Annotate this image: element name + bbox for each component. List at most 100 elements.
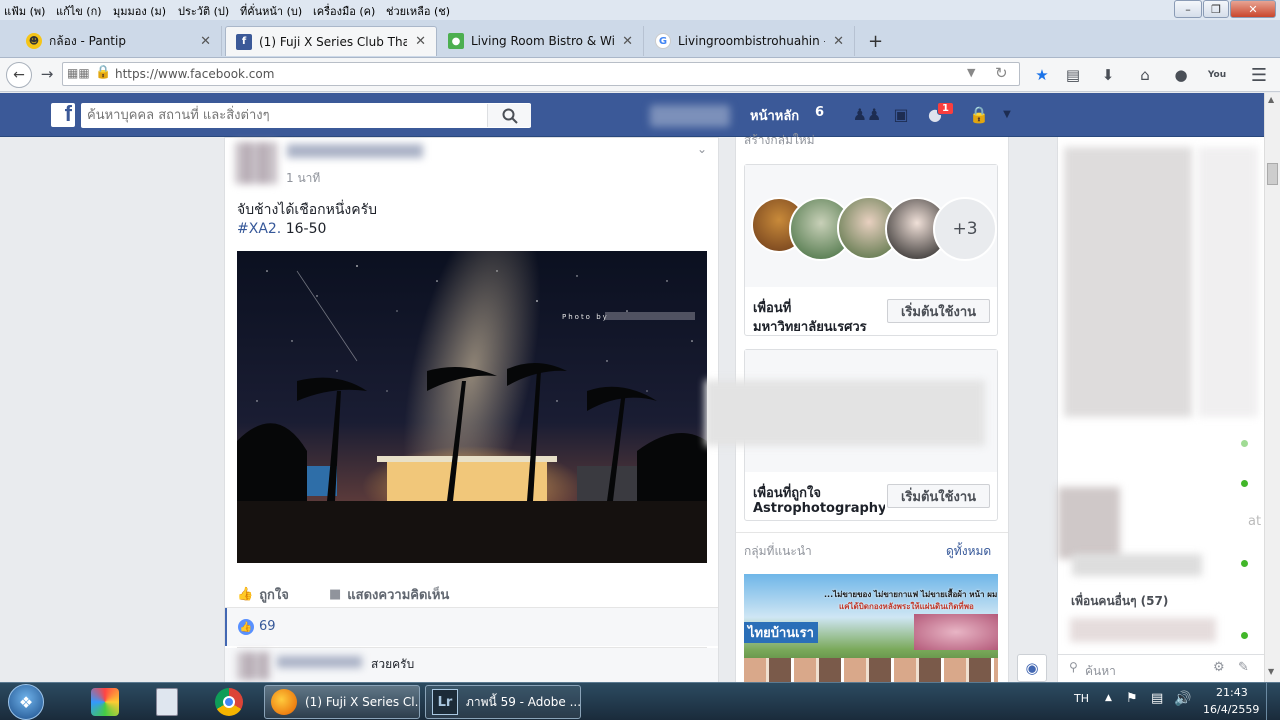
facebook-logo[interactable]: f	[51, 101, 75, 127]
hamburger-menu-icon[interactable]: ☰	[1248, 64, 1270, 86]
dropdown-arrow-icon[interactable]: ▼	[967, 66, 975, 79]
taskbar-firefox-window[interactable]: (1) Fuji X Series Cl...	[264, 685, 420, 719]
show-hidden-icons-arrow-icon[interactable]: ▲	[1105, 693, 1112, 703]
home-icon[interactable]: ⌂	[1134, 64, 1156, 86]
tab-living-room-maps[interactable]: ● Living Room Bistro & Wine... ✕	[438, 26, 644, 56]
chrome-button[interactable]	[212, 685, 246, 719]
photo-watermark: Photo by	[562, 313, 609, 321]
chat-contact-blurred[interactable]	[1070, 618, 1216, 642]
facebook-favicon: f	[236, 33, 252, 50]
comment-bubble-icon: ■	[329, 587, 342, 602]
globe-icon[interactable]: ◉	[1017, 654, 1047, 682]
minimize-button[interactable]: –	[1174, 0, 1202, 18]
search-button[interactable]	[487, 104, 531, 127]
show-desktop-button[interactable]	[1266, 683, 1280, 720]
clock-time[interactable]: 21:43	[1216, 686, 1248, 699]
online-dot-icon	[1241, 560, 1248, 567]
tab-close-icon[interactable]: ✕	[415, 34, 426, 49]
youtube-icon[interactable]: You	[1206, 64, 1228, 86]
post-photo[interactable]: Photo by	[237, 251, 707, 563]
url-bar[interactable]: ▦▦ 🔒 https://www.facebook.com ▼ ↻	[62, 62, 1020, 86]
action-center-flag-icon[interactable]: ⚑	[1126, 691, 1138, 706]
chat-icon[interactable]: ●	[1170, 64, 1192, 86]
url-text[interactable]: https://www.facebook.com	[115, 67, 274, 81]
page-scrollbar[interactable]: ▲ ▼	[1264, 93, 1280, 682]
other-friends-heading[interactable]: เพื่อนคนอื่นๆ (57)	[1071, 592, 1168, 611]
restore-button[interactable]: ❐	[1203, 0, 1229, 18]
messages-icon[interactable]: ▣	[890, 104, 912, 124]
tab-close-icon[interactable]: ✕	[622, 34, 633, 49]
home-count: 6	[815, 105, 825, 120]
menu-tools[interactable]: เครื่องมือ (ค)	[313, 2, 375, 20]
chat-contact-blurred[interactable]	[1072, 554, 1202, 576]
home-link[interactable]: หน้าหลัก	[750, 105, 799, 126]
chat-contacts-blurred	[1064, 147, 1192, 417]
menu-bookmarks[interactable]: ที่คั่นหน้า (บ)	[240, 2, 302, 20]
suggested-group-banner[interactable]: ...ไม่ขายของ ไม่ขายกาแฟ ไม่ขายเสื้อผ้า ห…	[744, 574, 998, 682]
scroll-down-arrow-icon[interactable]: ▼	[1268, 667, 1274, 676]
tab-close-icon[interactable]: ✕	[200, 34, 211, 49]
scrollbar-thumb[interactable]	[1267, 163, 1278, 185]
card-title-line1[interactable]: เพื่อนที่	[753, 297, 791, 318]
like-count[interactable]: 69	[259, 619, 276, 634]
tab-facebook[interactable]: f (1) Fuji X Series Club Thaila... ✕	[225, 26, 437, 56]
taskbar-lightroom-window[interactable]: Lr ภาพนี้ 59 - Adobe ...	[425, 685, 581, 719]
privacy-shortcuts-icon[interactable]: 🔒	[968, 104, 990, 124]
chat-search-bar: ⚲ ค้นหา ⚙ ✎	[1058, 654, 1265, 682]
post-options-chevron-icon[interactable]: ⌄	[697, 142, 707, 156]
hashtag-link[interactable]: #XA2.	[237, 221, 281, 237]
back-button[interactable]: ←	[6, 62, 32, 88]
network-icon[interactable]: ▤	[1151, 691, 1163, 706]
tab-label: Living Room Bistro & Wine...	[471, 34, 614, 48]
clock-date[interactable]: 16/4/2559	[1203, 703, 1259, 716]
tab-close-icon[interactable]: ✕	[833, 34, 844, 49]
chat-sidebar: at เพื่อนคนอื่นๆ (57) ⚲ ค้นหา ⚙ ✎	[1057, 137, 1265, 682]
chat-search-input[interactable]: ค้นหา	[1085, 662, 1116, 681]
bookmarks-list-icon[interactable]: ▤	[1062, 64, 1084, 86]
menu-history[interactable]: ประวัติ (ป)	[178, 2, 229, 20]
menu-file[interactable]: แฟ้ม (พ)	[4, 2, 45, 20]
like-button[interactable]: 👍 ถูกใจ	[237, 584, 289, 605]
lock-icon[interactable]: 🔒	[95, 65, 111, 80]
commenter-name[interactable]	[277, 656, 362, 668]
grid-icon[interactable]: ▦▦	[67, 66, 90, 80]
post-timestamp[interactable]: 1 นาที	[286, 169, 320, 188]
account-menu-arrow-icon[interactable]: ▼	[996, 104, 1018, 124]
start-button[interactable]: เริ่มต้นใช้งาน	[887, 484, 990, 508]
likes-summary[interactable]: 👍 69	[225, 608, 718, 646]
author-avatar[interactable]	[235, 142, 277, 184]
author-name[interactable]	[287, 144, 423, 158]
bookmark-star-icon[interactable]: ★	[1031, 64, 1053, 86]
card-title-line1[interactable]: เพื่อนที่ถูกใจ	[753, 482, 821, 503]
start-button[interactable]: ❖	[8, 684, 44, 720]
commenter-avatar[interactable]	[237, 652, 269, 680]
tab-living-room-google[interactable]: G Livingroombistrohuahin - ... ✕	[645, 26, 855, 56]
gear-icon[interactable]: ⚙	[1213, 660, 1225, 675]
menu-edit[interactable]: แก้ไข (ก)	[56, 2, 102, 20]
facebook-search-input[interactable]	[81, 104, 487, 127]
download-icon[interactable]: ⬇	[1097, 64, 1119, 86]
language-indicator[interactable]: TH	[1074, 692, 1089, 705]
profile-name-link[interactable]	[650, 105, 730, 127]
calculator-button[interactable]	[152, 685, 182, 719]
windows-logo-icon: ❖	[18, 692, 34, 712]
start-button[interactable]: เริ่มต้นใช้งาน	[887, 299, 990, 323]
comment-button[interactable]: ■ แสดงความคิดเห็น	[329, 584, 449, 605]
menu-view[interactable]: มุมมอง (ม)	[113, 2, 166, 20]
comment-row: สวยครับ	[225, 648, 718, 682]
friend-requests-icon[interactable]: ♟♟	[853, 104, 882, 124]
media-center-button[interactable]	[88, 685, 122, 719]
card-title-line2[interactable]: Astrophotography	[753, 501, 885, 516]
compose-icon[interactable]: ✎	[1238, 660, 1249, 675]
menu-help[interactable]: ช่วยเหลือ (ช)	[386, 2, 450, 20]
forward-button[interactable]: →	[36, 63, 58, 85]
scroll-up-arrow-icon[interactable]: ▲	[1268, 95, 1274, 104]
card-title-line2[interactable]: มหาวิทยาลัยนเรศวร	[753, 316, 883, 331]
new-tab-button[interactable]: +	[858, 26, 888, 56]
tab-pantip[interactable]: ☻ กล้อง - Pantip ✕	[16, 26, 222, 56]
volume-icon[interactable]: 🔊	[1174, 691, 1191, 707]
reload-icon[interactable]: ↻	[995, 64, 1008, 82]
close-window-button[interactable]: ✕	[1230, 0, 1276, 18]
see-all-link[interactable]: ดูทั้งหมด	[946, 542, 991, 561]
milky-way-photo: Photo by	[237, 251, 707, 563]
